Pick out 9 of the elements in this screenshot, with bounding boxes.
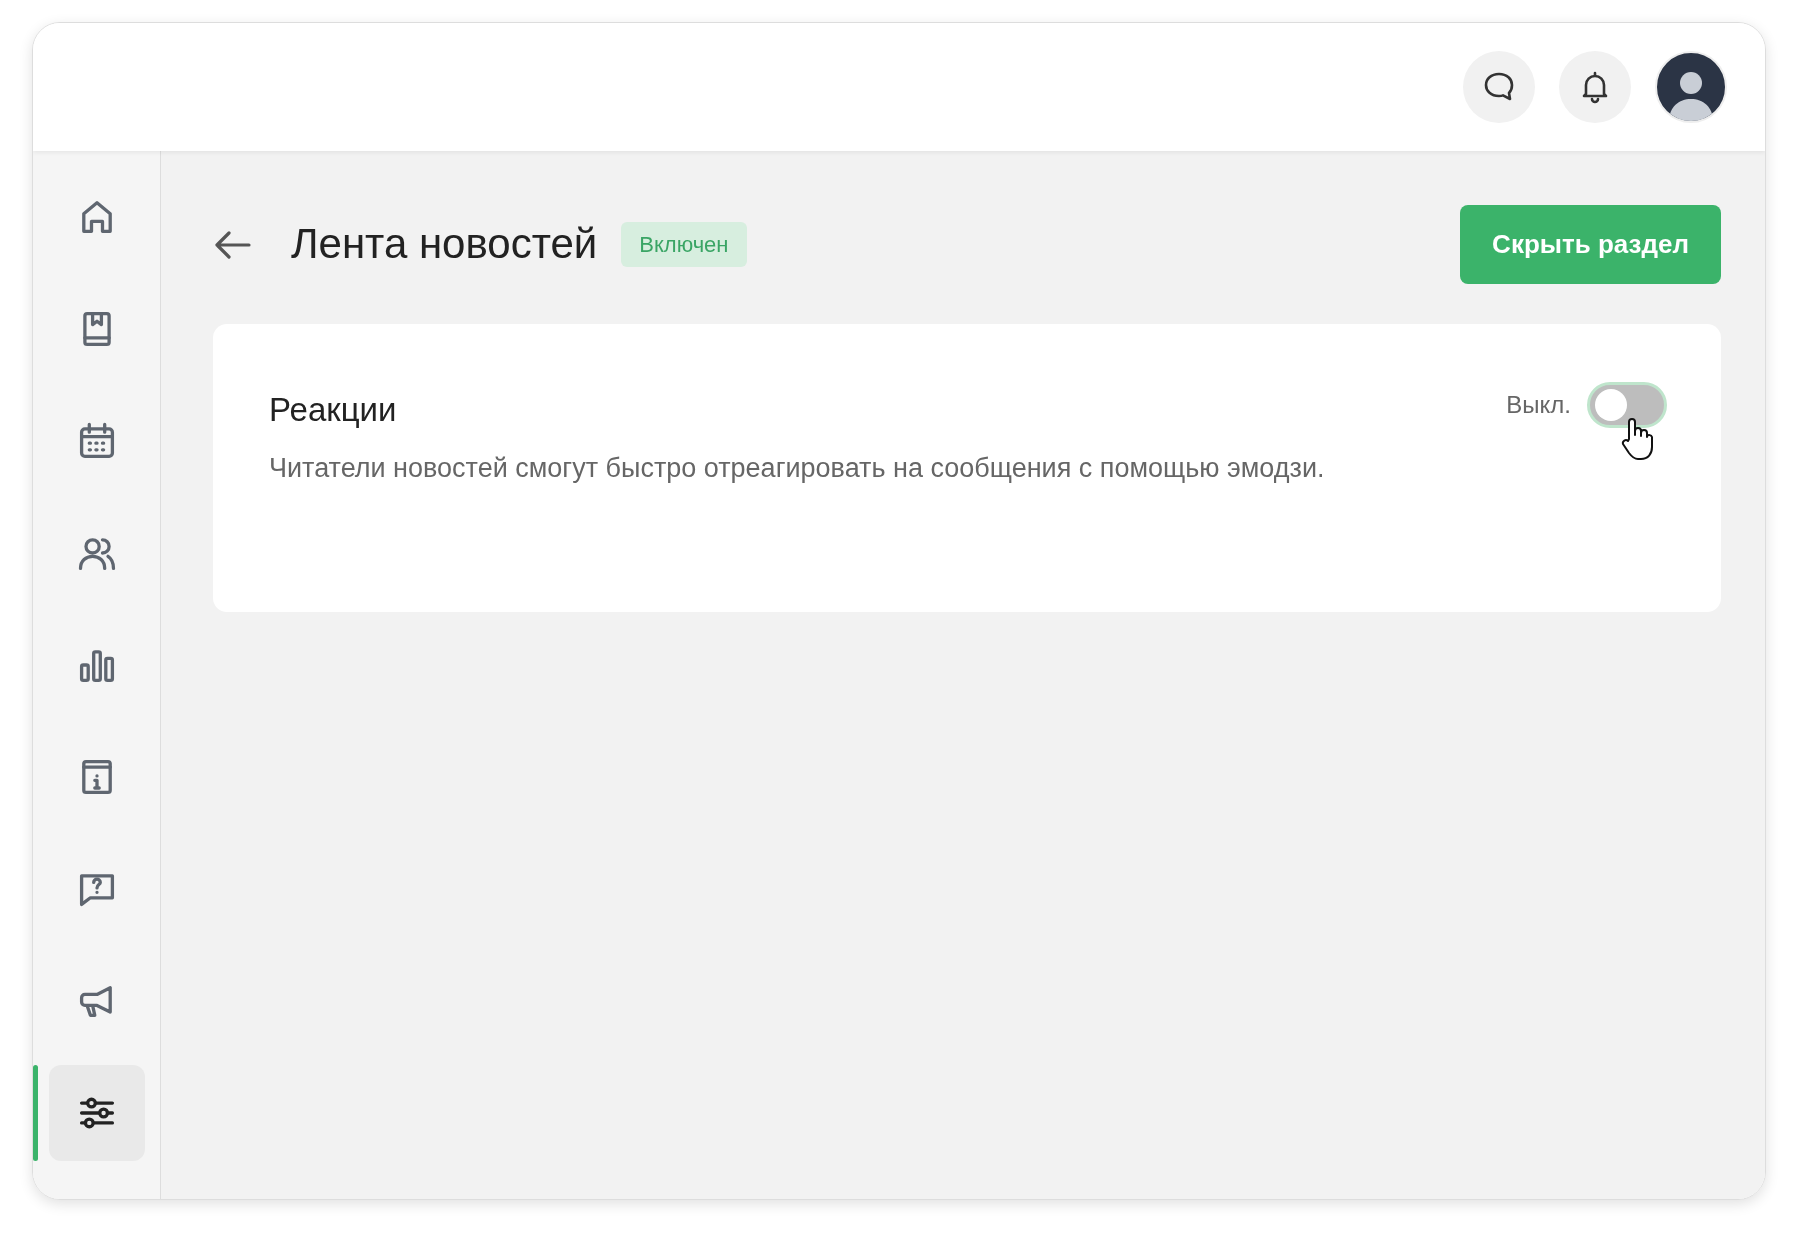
toggle-label: Выкл.	[1506, 390, 1571, 420]
page-title: Лента новостей	[291, 219, 598, 270]
toggle-switch[interactable]	[1587, 382, 1667, 428]
hand-cursor-icon	[1619, 417, 1653, 461]
setting-title: Реакции	[269, 390, 397, 430]
hide-section-button[interactable]: Скрыть раздел	[1460, 205, 1721, 284]
status-label: Включен	[621, 222, 747, 267]
setting-description: Читатели новостей смогут быстро отреагировать на сообщения с помощью эмодзи.	[269, 451, 1326, 485]
back-arrow-icon[interactable]	[213, 229, 251, 260]
